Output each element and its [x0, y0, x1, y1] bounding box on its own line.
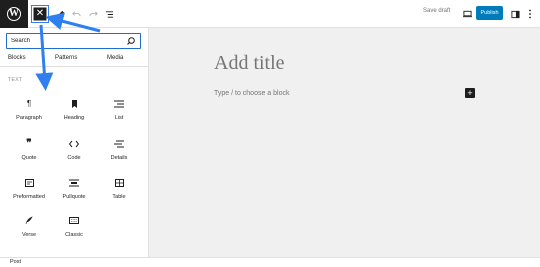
editor-canvas: Add title Type / to choose a block + [149, 28, 540, 257]
editor-header: W ✕ Save draft Publish [0, 0, 540, 28]
code-icon [68, 138, 80, 149]
search-box[interactable] [6, 33, 141, 49]
inserter-tabs: Blocks Patterns Media [0, 53, 149, 67]
verse-icon [23, 215, 35, 226]
block-list[interactable]: List [99, 98, 139, 128]
heading-icon [68, 98, 80, 109]
footer-breadcrumb[interactable]: Post [10, 259, 21, 265]
pullquote-icon [68, 177, 80, 188]
undo-icon[interactable] [68, 6, 84, 22]
post-title-field[interactable]: Add title [214, 52, 285, 75]
block-paragraph[interactable]: ¶ Paragraph [9, 98, 49, 128]
classic-icon [68, 215, 80, 226]
block-pullquote[interactable]: Pullquote [54, 177, 94, 207]
editor-footer: Post [0, 257, 540, 267]
section-label-text: TEXT [8, 77, 23, 83]
more-options-icon[interactable] [522, 6, 538, 22]
block-classic[interactable]: Classic [54, 215, 94, 245]
block-quote[interactable]: ❞ Quote [9, 138, 49, 168]
search-icon [127, 37, 135, 45]
block-heading[interactable]: Heading [54, 98, 94, 128]
preformatted-icon [23, 177, 35, 188]
close-inserter-button[interactable]: ✕ [31, 5, 49, 23]
block-inserter-panel: Blocks Patterns Media TEXT ¶ Paragraph H… [0, 28, 149, 257]
list-icon [113, 98, 125, 109]
tab-media[interactable]: Media [107, 55, 123, 61]
paragraph-icon: ¶ [26, 98, 32, 108]
pencil-icon[interactable] [52, 6, 68, 22]
save-draft-button[interactable]: Save draft [423, 8, 450, 14]
table-icon [113, 177, 125, 188]
close-icon: ✕ [35, 8, 45, 19]
redo-icon[interactable] [85, 6, 101, 22]
search-input[interactable] [11, 36, 121, 46]
block-verse[interactable]: Verse [9, 215, 49, 245]
plus-icon: + [467, 87, 473, 98]
add-block-button[interactable]: + [465, 88, 475, 98]
quote-icon: ❞ [26, 137, 32, 149]
wordpress-logo-icon[interactable]: W [0, 0, 28, 28]
tab-blocks[interactable]: Blocks [8, 55, 26, 61]
block-appender[interactable]: Type / to choose a block [214, 90, 290, 97]
publish-button[interactable]: Publish [476, 6, 503, 20]
block-code[interactable]: Code [54, 138, 94, 168]
list-view-icon[interactable] [101, 6, 117, 22]
desktop-preview-icon[interactable] [459, 6, 475, 22]
details-icon [113, 138, 125, 149]
block-details[interactable]: Details [99, 138, 139, 168]
block-preformatted[interactable]: Preformatted [9, 177, 49, 207]
block-table[interactable]: Table [99, 177, 139, 207]
tab-patterns[interactable]: Patterns [55, 55, 77, 61]
sidebar-toggle-icon[interactable] [507, 6, 523, 22]
